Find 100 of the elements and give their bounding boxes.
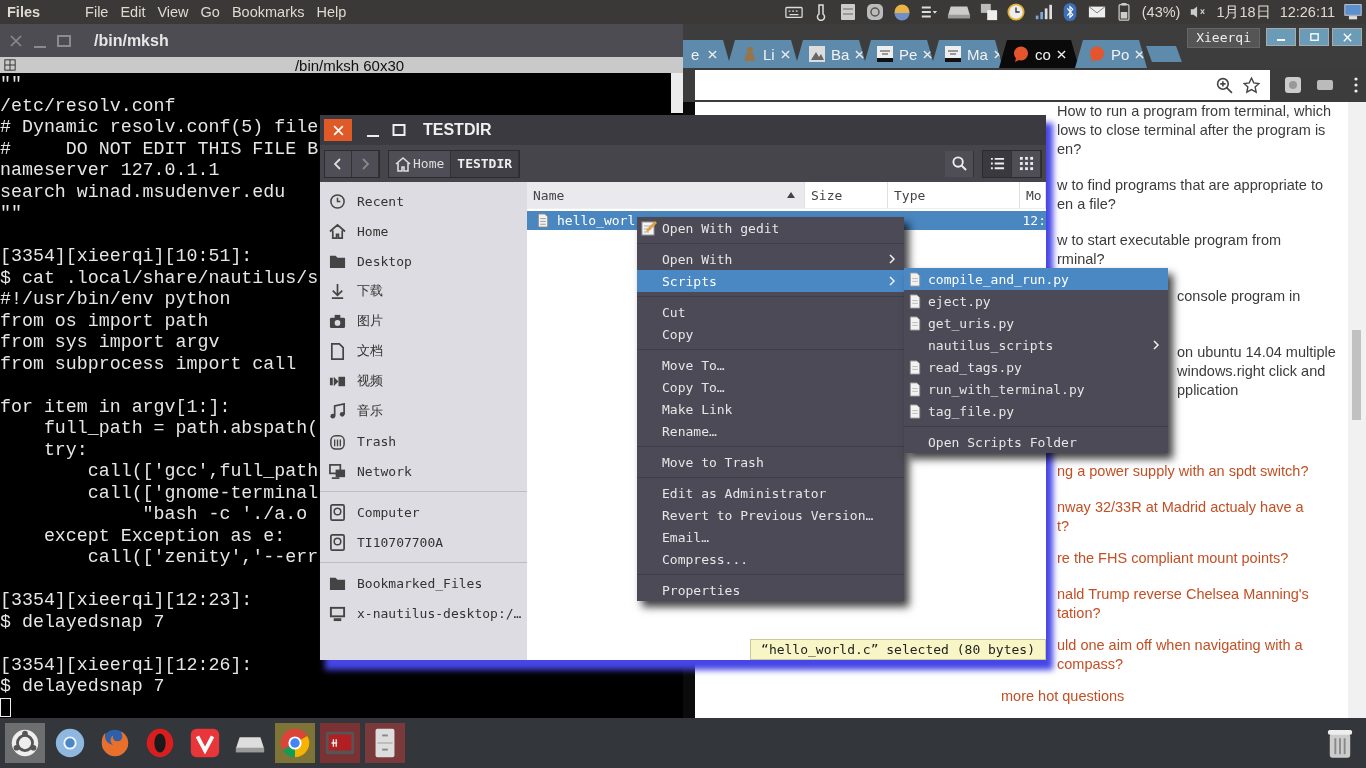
terminal-line: # DO NOT EDIT THIS FILE B bbox=[0, 138, 319, 160]
terminal-line: $ delayedsnap 7 bbox=[0, 676, 165, 698]
terminal-line: #!/usr/bin/env python bbox=[0, 289, 231, 311]
terminal-line: from os import path bbox=[0, 310, 209, 332]
question-link[interactable]: How to run a program from terminal, which lows to close terminal after the program is en? bbox=[1057, 102, 1331, 159]
menu-item[interactable]: Make Link bbox=[637, 398, 904, 420]
terminal-line: /etc/resolv.conf bbox=[0, 95, 176, 117]
sidebar-item[interactable]: 文档 bbox=[320, 336, 527, 366]
sidebar-item[interactable]: 图片 bbox=[320, 306, 527, 336]
terminal-line: # Dynamic resolv.conf(5) file bbox=[0, 117, 319, 139]
column-header[interactable]: Name bbox=[527, 182, 805, 208]
sidebar-item[interactable]: Network bbox=[320, 456, 527, 486]
menu-item[interactable]: Cut bbox=[637, 301, 904, 323]
menu-item[interactable]: View bbox=[157, 4, 189, 20]
sidebar-item[interactable]: Home bbox=[320, 216, 527, 246]
menu-item[interactable]: Copy bbox=[637, 323, 904, 345]
path-button[interactable]: Home bbox=[389, 150, 452, 177]
tab-title: co bbox=[1035, 45, 1051, 63]
sidebar-item[interactable]: 下载 bbox=[320, 276, 527, 306]
menu-item[interactable]: Help bbox=[316, 4, 347, 20]
path-button[interactable]: TESTDIR bbox=[451, 150, 520, 177]
browser-tab[interactable]: co bbox=[999, 40, 1079, 68]
menu-item[interactable]: Open With bbox=[637, 248, 904, 270]
sidebar-item[interactable]: Desktop bbox=[320, 246, 527, 276]
sidebar-item[interactable]: Recent bbox=[320, 186, 527, 216]
sidebar-item[interactable]: Trash bbox=[320, 426, 527, 456]
menu-item[interactable]: Properties bbox=[637, 579, 904, 601]
question-link[interactable]: nald Trump reverse Chelsea Manning's tation? bbox=[1057, 585, 1309, 623]
tab-title: Pe bbox=[899, 45, 918, 63]
question-link[interactable]: uld one aim off when navigating with a compass? bbox=[1057, 636, 1303, 674]
menu-item[interactable]: Rename… bbox=[637, 420, 904, 442]
terminal-line: $ delayedsnap 7 bbox=[0, 611, 165, 633]
menu-item[interactable]: Edit bbox=[120, 4, 146, 20]
menu-item[interactable]: get_uris.py bbox=[904, 312, 1168, 334]
terminal-line: [3354][xieerqi][10:51]: bbox=[0, 246, 253, 268]
question-link[interactable]: re the FHS compliant mount points? bbox=[1057, 549, 1289, 568]
menu-item[interactable]: run_with_terminal.py bbox=[904, 378, 1168, 400]
column-header[interactable]: Type bbox=[888, 182, 1020, 208]
column-header[interactable]: Size bbox=[805, 182, 888, 208]
date-label[interactable]: 1月18日 bbox=[1216, 2, 1271, 22]
sidebar-item[interactable]: 音乐 bbox=[320, 396, 527, 426]
column-header[interactable]: Mo bbox=[1020, 182, 1046, 208]
menu-item[interactable]: Move To… bbox=[637, 354, 904, 376]
profile-name[interactable]: Xieerqi bbox=[1187, 28, 1260, 48]
terminal-line: nameserver 127.0.1.1 bbox=[0, 160, 220, 182]
sidebar-item[interactable]: Computer bbox=[320, 497, 527, 527]
terminal-line: from sys import argv bbox=[0, 332, 220, 354]
terminal-line: call(['gcc',full_path bbox=[86, 461, 319, 483]
terminal-size-label: /bin/mksh 60x30 bbox=[293, 56, 406, 74]
question-link[interactable]: console program in bbox=[1177, 287, 1301, 306]
clock-label[interactable]: 12:26:11 bbox=[1279, 4, 1335, 20]
question-link[interactable]: nway 32/33R at Madrid actualy have a t? bbox=[1057, 498, 1304, 536]
terminal-line: except Exception as e: bbox=[42, 525, 286, 547]
terminal-line: "" bbox=[0, 203, 22, 225]
tab-title: Ma bbox=[967, 45, 988, 63]
terminal-line: "" bbox=[0, 74, 22, 96]
terminal-line: full_path = path.abspath( bbox=[42, 418, 319, 440]
terminal-line: from subprocess import call bbox=[0, 353, 297, 375]
menu-item[interactable]: Open With gedit bbox=[637, 217, 904, 239]
question-link[interactable]: w to start executable program from rminal? bbox=[1057, 231, 1282, 269]
terminal-line: $ cat .local/share/nautilus/s bbox=[0, 267, 319, 289]
tab-title: e bbox=[691, 45, 701, 63]
window-title: TESTDIR bbox=[423, 121, 492, 139]
menu-item[interactable]: eject.py bbox=[904, 290, 1168, 312]
menu-item[interactable]: Email… bbox=[637, 526, 904, 548]
menu-item[interactable]: nautilus_scripts bbox=[904, 334, 1168, 356]
tab-title: Ba bbox=[831, 45, 850, 63]
menu-item[interactable]: Edit as Administrator bbox=[637, 482, 904, 504]
tab-title: Po bbox=[1111, 45, 1130, 63]
menu-item[interactable]: tag_file.py bbox=[904, 400, 1168, 422]
menu-item[interactable]: Bookmarks bbox=[231, 4, 305, 20]
window-title: /bin/mksh bbox=[94, 31, 169, 50]
terminal-line: call(['gnome-terminal bbox=[86, 482, 319, 504]
menu-item[interactable]: File bbox=[85, 4, 109, 20]
modified-time: 12: bbox=[1021, 213, 1046, 228]
menu-item[interactable]: Revert to Previous Version… bbox=[637, 504, 904, 526]
status-tooltip: “hello_world.c” selected (80 bytes) bbox=[750, 639, 1046, 660]
terminal-line: "bash -c './a.o bbox=[141, 504, 308, 526]
terminal-line: try: bbox=[42, 439, 88, 461]
menu-item[interactable]: read_tags.py bbox=[904, 356, 1168, 378]
question-link[interactable]: ng a power supply with an spdt switch? bbox=[1057, 462, 1309, 481]
terminal-line: call(['zenity','--err bbox=[86, 547, 319, 569]
tab-title: Li bbox=[763, 45, 775, 63]
sidebar-item[interactable]: x-nautilus-desktop:/… bbox=[320, 598, 527, 628]
menu-item[interactable]: Compress... bbox=[637, 548, 904, 570]
menu-item[interactable]: compile_and_run.py bbox=[904, 268, 1168, 290]
menu-item[interactable]: Move to Trash bbox=[637, 451, 904, 473]
sidebar-item[interactable]: 视频 bbox=[320, 366, 527, 396]
more-questions-link[interactable]: more hot questions bbox=[1001, 687, 1125, 706]
terminal-line: search winad.msudenver.edu bbox=[0, 181, 286, 203]
menu-item[interactable]: Go bbox=[200, 4, 220, 20]
terminal-line: for item in argv[1:]: bbox=[0, 396, 231, 418]
sidebar-item[interactable]: Bookmarked_Files bbox=[320, 568, 527, 598]
sidebar-item[interactable]: TI10707700A bbox=[320, 527, 527, 557]
menu-item[interactable]: Copy To… bbox=[637, 376, 904, 398]
question-link[interactable]: on ubuntu 14.04 multiple windows.right click and pplication bbox=[1177, 343, 1336, 400]
question-link[interactable]: w to find programs that are appropriate to en a file? bbox=[1057, 176, 1323, 214]
menu-item[interactable]: Open Scripts Folder bbox=[904, 431, 1168, 453]
battery-level: (43%) bbox=[1141, 4, 1181, 20]
menu-item[interactable]: Scripts bbox=[637, 270, 904, 292]
